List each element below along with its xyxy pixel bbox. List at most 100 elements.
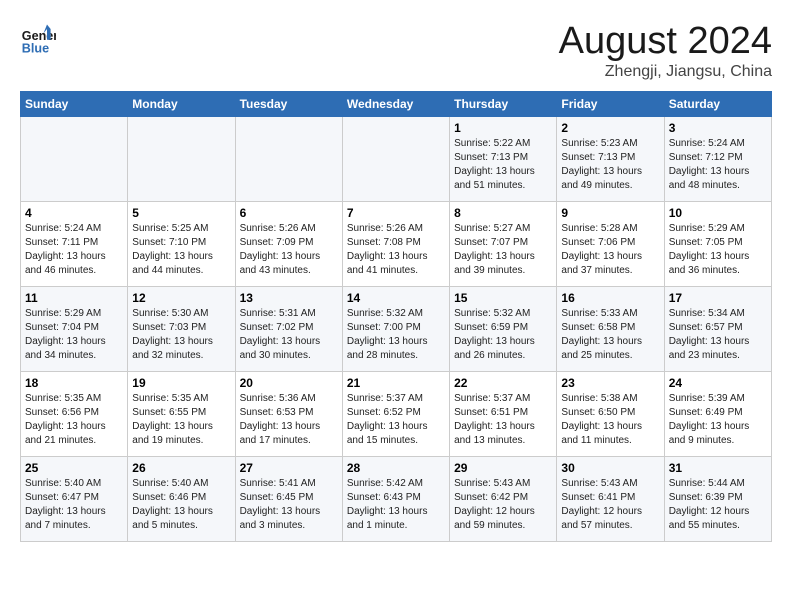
day-info: Sunrise: 5:43 AM Sunset: 6:41 PM Dayligh… <box>561 477 659 533</box>
col-tuesday: Tuesday <box>235 92 342 117</box>
day-info: Sunrise: 5:26 AM Sunset: 7:09 PM Dayligh… <box>240 222 338 278</box>
day-cell: 3Sunrise: 5:24 AM Sunset: 7:12 PM Daylig… <box>664 117 771 202</box>
day-info: Sunrise: 5:39 AM Sunset: 6:49 PM Dayligh… <box>669 392 767 448</box>
calendar-header: Sunday Monday Tuesday Wednesday Thursday… <box>21 92 772 117</box>
day-cell <box>21 117 128 202</box>
calendar-table: Sunday Monday Tuesday Wednesday Thursday… <box>20 91 772 542</box>
day-number: 21 <box>347 376 445 390</box>
day-cell: 30 Sunrise: 5:43 AM Sunset: 6:41 PM Dayli… <box>557 457 664 542</box>
day-number: 14 <box>347 291 445 305</box>
col-saturday: Saturday <box>664 92 771 117</box>
day-cell: 29Sunrise: 5:43 AM Sunset: 6:42 PM Dayli… <box>450 457 557 542</box>
col-thursday: Thursday <box>450 92 557 117</box>
day-cell: 24 Sunrise: 5:39 AM Sunset: 6:49 PM Dayli… <box>664 372 771 457</box>
day-cell: 16 Sunrise: 5:33 AM Sunset: 6:58 PM Dayli… <box>557 287 664 372</box>
day-number: 17 <box>669 291 767 305</box>
day-cell: 13 Sunrise: 5:31 AM Sunset: 7:02 PM Dayli… <box>235 287 342 372</box>
day-number: 30 <box>561 461 659 475</box>
day-info: Sunrise: 5:35 AM Sunset: 6:56 PM Dayligh… <box>25 392 123 448</box>
day-number: 31 <box>669 461 767 475</box>
day-number: 15 <box>454 291 552 305</box>
week-row-4: 18 Sunrise: 5:35 AM Sunset: 6:56 PM Dayli… <box>21 372 772 457</box>
day-cell: 18 Sunrise: 5:35 AM Sunset: 6:56 PM Dayli… <box>21 372 128 457</box>
day-number: 6 <box>240 206 338 220</box>
day-cell: 31 Sunrise: 5:44 AM Sunset: 6:39 PM Dayli… <box>664 457 771 542</box>
day-cell: 17 Sunrise: 5:34 AM Sunset: 6:57 PM Dayli… <box>664 287 771 372</box>
day-cell: 2 Sunrise: 5:23 AM Sunset: 7:13 PM Daylig… <box>557 117 664 202</box>
month-title: August 2024 <box>559 20 772 63</box>
day-number: 27 <box>240 461 338 475</box>
header: General Blue August 2024 Zhengji, Jiangs… <box>20 20 772 81</box>
day-cell: 8 Sunrise: 5:27 AM Sunset: 7:07 PM Daylig… <box>450 202 557 287</box>
day-info: Sunrise: 5:29 AM Sunset: 7:04 PM Dayligh… <box>25 307 123 363</box>
day-info: Sunrise: 5:38 AM Sunset: 6:50 PM Dayligh… <box>561 392 659 448</box>
day-info: Sunrise: 5:32 AM Sunset: 6:59 PM Dayligh… <box>454 307 552 363</box>
day-info: Sunrise: 5:37 AM Sunset: 6:51 PM Dayligh… <box>454 392 552 448</box>
day-number: 12 <box>132 291 230 305</box>
day-info: Sunrise: 5:41 AM Sunset: 6:45 PM Dayligh… <box>240 477 338 533</box>
day-number: 1 <box>454 121 552 135</box>
day-number: 9 <box>561 206 659 220</box>
day-cell: 28Sunrise: 5:42 AM Sunset: 6:43 PM Dayli… <box>342 457 449 542</box>
day-number: 2 <box>561 121 659 135</box>
day-info: Sunrise: 5:34 AM Sunset: 6:57 PM Dayligh… <box>669 307 767 363</box>
day-number: 10 <box>669 206 767 220</box>
day-info: Sunrise: 5:40 AM Sunset: 6:46 PM Dayligh… <box>132 477 230 533</box>
day-cell: 20 Sunrise: 5:36 AM Sunset: 6:53 PM Dayli… <box>235 372 342 457</box>
day-info: Sunrise: 5:36 AM Sunset: 6:53 PM Dayligh… <box>240 392 338 448</box>
day-info: Sunrise: 5:44 AM Sunset: 6:39 PM Dayligh… <box>669 477 767 533</box>
day-number: 29 <box>454 461 552 475</box>
title-area: August 2024 Zhengji, Jiangsu, China <box>559 20 772 81</box>
day-number: 24 <box>669 376 767 390</box>
day-number: 5 <box>132 206 230 220</box>
day-info: Sunrise: 5:37 AM Sunset: 6:52 PM Dayligh… <box>347 392 445 448</box>
day-info: Sunrise: 5:35 AM Sunset: 6:55 PM Dayligh… <box>132 392 230 448</box>
day-cell: 6 Sunrise: 5:26 AM Sunset: 7:09 PM Daylig… <box>235 202 342 287</box>
day-info: Sunrise: 5:27 AM Sunset: 7:07 PM Dayligh… <box>454 222 552 278</box>
day-cell: 9Sunrise: 5:28 AM Sunset: 7:06 PM Daylig… <box>557 202 664 287</box>
day-number: 18 <box>25 376 123 390</box>
day-info: Sunrise: 5:32 AM Sunset: 7:00 PM Dayligh… <box>347 307 445 363</box>
day-cell: 22 Sunrise: 5:37 AM Sunset: 6:51 PM Dayli… <box>450 372 557 457</box>
day-number: 22 <box>454 376 552 390</box>
day-info: Sunrise: 5:33 AM Sunset: 6:58 PM Dayligh… <box>561 307 659 363</box>
day-cell: 19 Sunrise: 5:35 AM Sunset: 6:55 PM Dayli… <box>128 372 235 457</box>
day-cell: 27 Sunrise: 5:41 AM Sunset: 6:45 PM Dayli… <box>235 457 342 542</box>
day-cell: 23Sunrise: 5:38 AM Sunset: 6:50 PM Dayli… <box>557 372 664 457</box>
day-cell <box>235 117 342 202</box>
day-info: Sunrise: 5:31 AM Sunset: 7:02 PM Dayligh… <box>240 307 338 363</box>
day-number: 20 <box>240 376 338 390</box>
week-row-3: 11 Sunrise: 5:29 AM Sunset: 7:04 PM Dayli… <box>21 287 772 372</box>
day-cell: 15 Sunrise: 5:32 AM Sunset: 6:59 PM Dayli… <box>450 287 557 372</box>
day-cell: 14 Sunrise: 5:32 AM Sunset: 7:00 PM Dayli… <box>342 287 449 372</box>
day-number: 16 <box>561 291 659 305</box>
day-cell: 25 Sunrise: 5:40 AM Sunset: 6:47 PM Dayli… <box>21 457 128 542</box>
day-info: Sunrise: 5:40 AM Sunset: 6:47 PM Dayligh… <box>25 477 123 533</box>
header-row: Sunday Monday Tuesday Wednesday Thursday… <box>21 92 772 117</box>
day-cell: 5Sunrise: 5:25 AM Sunset: 7:10 PM Daylig… <box>128 202 235 287</box>
logo: General Blue <box>20 20 60 56</box>
day-cell: 7Sunrise: 5:26 AM Sunset: 7:08 PM Daylig… <box>342 202 449 287</box>
day-number: 26 <box>132 461 230 475</box>
day-cell: 21 Sunrise: 5:37 AM Sunset: 6:52 PM Dayli… <box>342 372 449 457</box>
col-friday: Friday <box>557 92 664 117</box>
week-row-5: 25 Sunrise: 5:40 AM Sunset: 6:47 PM Dayli… <box>21 457 772 542</box>
day-info: Sunrise: 5:30 AM Sunset: 7:03 PM Dayligh… <box>132 307 230 363</box>
svg-text:Blue: Blue <box>22 41 49 55</box>
day-number: 11 <box>25 291 123 305</box>
day-number: 13 <box>240 291 338 305</box>
day-number: 25 <box>25 461 123 475</box>
day-info: Sunrise: 5:22 AM Sunset: 7:13 PM Dayligh… <box>454 137 552 193</box>
calendar-body: 1 Sunrise: 5:22 AM Sunset: 7:13 PM Daylig… <box>21 117 772 542</box>
day-number: 19 <box>132 376 230 390</box>
day-number: 8 <box>454 206 552 220</box>
day-cell <box>128 117 235 202</box>
day-info: Sunrise: 5:29 AM Sunset: 7:05 PM Dayligh… <box>669 222 767 278</box>
week-row-1: 1 Sunrise: 5:22 AM Sunset: 7:13 PM Daylig… <box>21 117 772 202</box>
day-cell: 10 Sunrise: 5:29 AM Sunset: 7:05 PM Dayli… <box>664 202 771 287</box>
col-wednesday: Wednesday <box>342 92 449 117</box>
day-number: 28 <box>347 461 445 475</box>
day-info: Sunrise: 5:23 AM Sunset: 7:13 PM Dayligh… <box>561 137 659 193</box>
day-cell: 11 Sunrise: 5:29 AM Sunset: 7:04 PM Dayli… <box>21 287 128 372</box>
day-info: Sunrise: 5:24 AM Sunset: 7:12 PM Dayligh… <box>669 137 767 193</box>
